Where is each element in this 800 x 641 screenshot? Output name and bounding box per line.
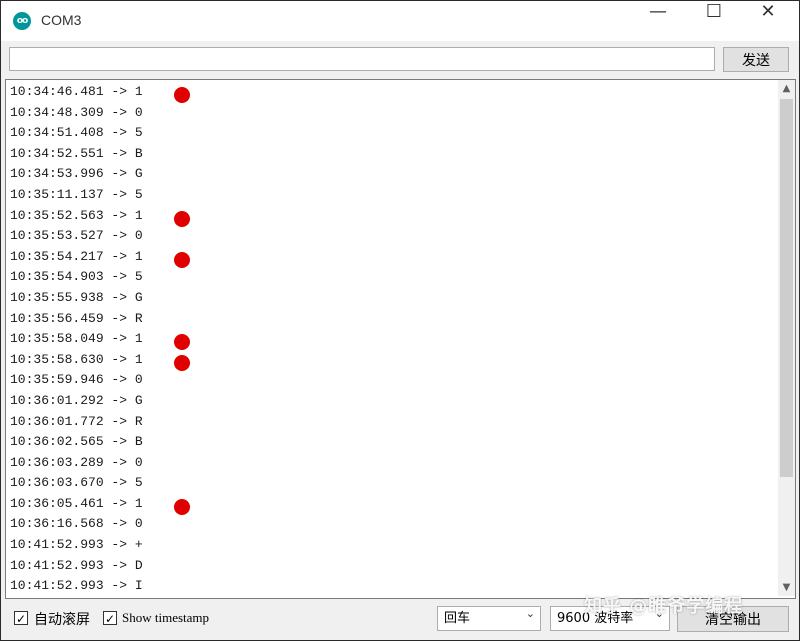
output-line: 10:36:16.568 -> 0 (10, 516, 143, 537)
red-marker-dot (174, 210, 190, 227)
close-button[interactable]: ✕ (745, 1, 791, 41)
maximize-button[interactable]: ☐ (691, 1, 737, 41)
output-line-text: 10:34:51.408 -> 5 (10, 125, 143, 141)
output-line-text: 10:35:58.630 -> 1 (10, 351, 143, 367)
output-line-text: 10:35:55.938 -> G (10, 289, 143, 305)
output-line-text: 10:36:02.565 -> B (10, 434, 143, 450)
output-line-text: 10:34:46.481 -> 1 (10, 84, 143, 99)
output-line-text: 10:35:54.903 -> 5 (10, 269, 143, 285)
output-line-text: 10:35:11.137 -> 5 (10, 186, 143, 202)
output-line-text: 10:36:03.289 -> 0 (10, 454, 143, 470)
output-line-text: 10:35:58.049 -> 1 (10, 331, 143, 347)
output-line: 10:41:52.993 -> I (10, 578, 143, 598)
output-line: 10:41:52.993 -> + (10, 537, 143, 558)
serial-monitor-window: oo COM3 — ☐ ✕ 发送 10:34:46.481 -> 1 10:34:… (0, 0, 800, 641)
output-line: 10:35:52.563 -> 1 (10, 207, 190, 229)
red-marker-dot (174, 334, 190, 351)
line-ending-value: 回车 (444, 611, 471, 626)
autoscroll-checkbox[interactable]: ✓ (14, 611, 28, 626)
output-line-text: 10:35:54.217 -> 1 (10, 248, 143, 264)
output-line-text: 10:36:16.568 -> 0 (10, 516, 143, 532)
output-line: 10:36:01.292 -> G (10, 393, 143, 414)
scroll-down-icon[interactable]: ▼ (778, 579, 795, 596)
output-line-text: 10:34:52.551 -> B (10, 145, 143, 161)
output-line: 10:35:56.459 -> R (10, 311, 143, 332)
output-line: 10:35:54.903 -> 5 (10, 269, 143, 290)
output-lines: 10:34:46.481 -> 1 10:34:48.309 -> 0 10:34:… (10, 84, 190, 598)
output-line: 10:35:58.049 -> 1 (10, 331, 190, 352)
output-line: 10:41:52.993 -> D (10, 558, 143, 579)
autoscroll-label: 自动滚屏 (34, 612, 90, 628)
output-line: 10:34:53.996 -> G (10, 166, 143, 187)
timestamp-checkbox[interactable]: ✓ (103, 611, 117, 626)
red-marker-dot (174, 498, 190, 515)
output-line: 10:36:03.289 -> 0 (10, 455, 143, 476)
red-marker-dot (174, 251, 190, 268)
scroll-up-icon[interactable]: ▲ (778, 80, 795, 97)
output-line-text: 10:41:52.993 -> D (10, 557, 143, 573)
vertical-scrollbar[interactable]: ▲ ▼ (778, 80, 795, 596)
output-line-text: 10:36:05.461 -> 1 (10, 495, 143, 511)
title-bar: oo COM3 — ☐ ✕ (1, 1, 799, 41)
output-line: 10:36:03.670 -> 5 (10, 475, 143, 496)
output-line-text: 10:41:52.993 -> I (10, 578, 143, 594)
output-line: 10:34:46.481 -> 1 (10, 84, 190, 105)
output-line: 10:34:51.408 -> 5 (10, 125, 143, 146)
output-line: 10:35:54.217 -> 1 (10, 248, 190, 270)
output-line-text: 10:35:52.563 -> 1 (10, 207, 143, 223)
arduino-icon: oo (13, 12, 31, 30)
line-ending-select[interactable]: 回车 ⌄ (437, 606, 541, 631)
red-marker-dot (174, 87, 190, 103)
minimize-button[interactable]: — (635, 1, 681, 41)
output-line: 10:36:05.461 -> 1 (10, 495, 190, 517)
scrollbar-thumb[interactable] (780, 99, 793, 477)
output-line: 10:35:53.527 -> 0 (10, 228, 143, 249)
output-line: 10:35:59.946 -> 0 (10, 372, 143, 393)
output-line-text: 10:35:56.459 -> R (10, 310, 143, 326)
output-line: 10:34:52.551 -> B (10, 146, 143, 167)
output-line: 10:35:11.137 -> 5 (10, 187, 143, 208)
output-line-text: 10:34:53.996 -> G (10, 166, 143, 182)
output-line: 10:36:02.565 -> B (10, 434, 143, 455)
output-line: 10:35:55.938 -> G (10, 290, 143, 311)
output-line-text: 10:34:48.309 -> 0 (10, 104, 143, 120)
window-title: COM3 (41, 12, 82, 28)
send-button[interactable]: 发送 (723, 47, 789, 72)
output-line-text: 10:41:52.993 -> + (10, 537, 143, 553)
output-line: 10:35:58.630 -> 1 (10, 351, 190, 373)
red-marker-dot (174, 354, 190, 371)
timestamp-label: Show timestamp (122, 610, 210, 625)
output-line-text: 10:35:59.946 -> 0 (10, 372, 143, 388)
watermark: 知乎 @睢爷学编程 (584, 596, 744, 617)
output-line-text: 10:36:01.772 -> R (10, 413, 143, 429)
output-line-text: 10:36:01.292 -> G (10, 392, 143, 408)
serial-output: 10:34:46.481 -> 1 10:34:48.309 -> 0 10:34:… (5, 79, 796, 599)
output-line: 10:36:01.772 -> R (10, 414, 143, 435)
output-line: 10:34:48.309 -> 0 (10, 105, 143, 126)
output-line-text: 10:35:53.527 -> 0 (10, 228, 143, 244)
chevron-down-icon: ⌄ (525, 607, 535, 620)
send-input[interactable] (9, 47, 715, 71)
output-line-text: 10:36:03.670 -> 5 (10, 475, 143, 491)
